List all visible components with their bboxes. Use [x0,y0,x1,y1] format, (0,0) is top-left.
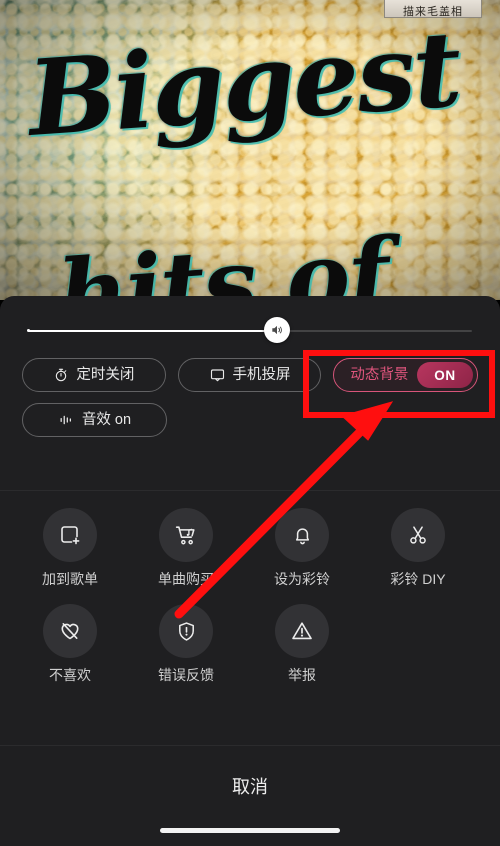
ringtone-diy-action[interactable]: 彩铃 DIY [360,508,476,586]
bell-icon [295,527,309,544]
cart-music-icon [175,525,195,544]
volume-slider-remaining-track [276,330,472,332]
stopwatch-icon [56,368,67,382]
equalizer-icon [60,415,71,425]
add-to-playlist-circle [43,508,97,562]
volume-slider-thumb[interactable] [264,317,290,343]
warning-triangle-icon [292,622,312,640]
cast-screen-label: 手机投屏 [232,366,291,383]
error-feedback-label: 错误反馈 [158,667,214,683]
home-indicator [160,828,340,833]
player-options-sheet: 定时关闭 手机投屏 动态背景 ON 音效 on 加到歌单 单曲购买 设为彩铃 彩… [0,296,500,846]
add-to-playlist-label: 加到歌单 [42,571,98,587]
sheet-divider-top [0,490,500,491]
dynamic-background-label: 动态背景 [350,366,409,383]
sleep-timer-label: 定时关闭 [76,366,135,383]
set-ringtone-action[interactable]: 设为彩铃 [244,508,360,586]
error-feedback-action[interactable]: 错误反馈 [128,604,244,682]
dislike-label: 不喜欢 [49,667,91,683]
volume-slider-filled-track [28,330,276,332]
error-feedback-circle [159,604,213,658]
dynamic-background-state-badge[interactable]: ON [417,362,473,388]
shield-exclamation-icon [178,621,194,641]
report-action[interactable]: 举报 [244,604,360,682]
quick-settings-row-2: 音效 on [0,403,500,437]
action-grid-row-2: 不喜欢 错误反馈 举报 [0,604,500,682]
buy-single-action[interactable]: 单曲购买 [128,508,244,586]
quick-settings-row-1: 定时关闭 手机投屏 动态背景 ON [0,358,500,392]
cast-screen-button[interactable]: 手机投屏 [177,358,322,392]
add-to-playlist-action[interactable]: 加到歌单 [12,508,128,586]
phone-screen: Biggest hits of 描来毛盖相 定时关闭 手机投屏 动态背景 ON … [0,0,500,846]
volume-slider[interactable] [0,314,500,348]
action-grid: 加到歌单 单曲购买 设为彩铃 彩铃 DIY 不喜欢 错误反馈 举报 [0,508,500,700]
scissors-icon [410,526,426,544]
buy-single-label: 单曲购买 [158,571,214,587]
report-circle [275,604,329,658]
sleep-timer-button[interactable]: 定时关闭 [22,358,166,392]
report-label: 举报 [288,667,316,683]
cast-screen-icon [210,369,224,382]
artwork-label-tag-text: 描来毛盖相 [403,5,463,18]
action-grid-row-1: 加到歌单 单曲购买 设为彩铃 彩铃 DIY [0,508,500,586]
album-artwork-background: Biggest hits of 描来毛盖相 [0,0,500,300]
ringtone-diy-circle [391,508,445,562]
set-ringtone-circle [275,508,329,562]
ringtone-diy-label: 彩铃 DIY [390,571,446,587]
artwork-label-tag: 描来毛盖相 [384,0,482,18]
set-ringtone-label: 设为彩铃 [274,571,330,587]
speaker-volume-icon [272,325,282,335]
sound-effects-label: 音效 on [81,411,132,428]
sheet-divider-bottom [0,745,500,746]
quick-settings-pills: 定时关闭 手机投屏 动态背景 ON 音效 on [0,358,500,448]
heart-broken-icon [61,623,79,640]
cancel-button[interactable]: 取消 [0,756,500,816]
add-to-playlist-icon [61,526,80,545]
dynamic-background-toggle[interactable]: 动态背景 ON [333,358,478,392]
sound-effects-button[interactable]: 音效 on [22,403,167,437]
dislike-action[interactable]: 不喜欢 [12,604,128,682]
buy-single-circle [159,508,213,562]
dislike-circle [43,604,97,658]
